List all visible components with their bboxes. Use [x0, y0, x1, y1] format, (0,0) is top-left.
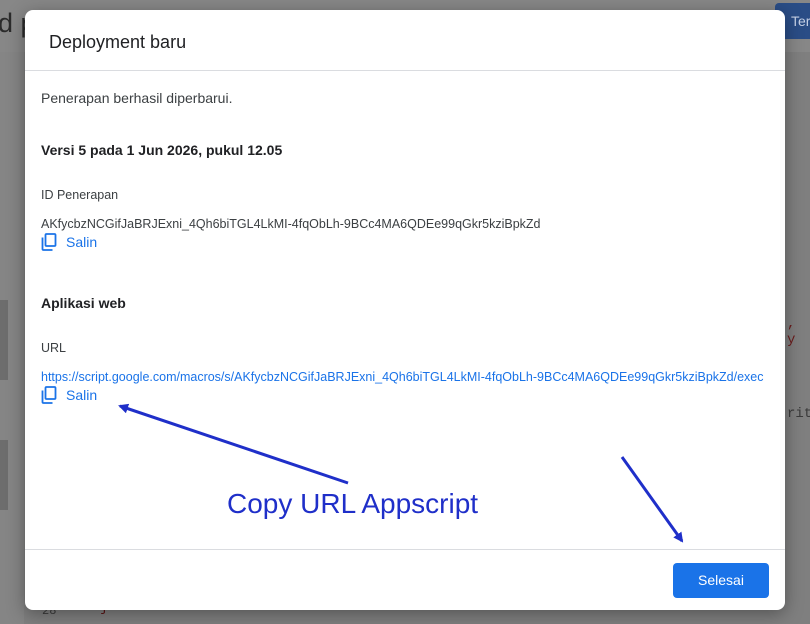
copy-deployment-id-label: Salin: [66, 234, 98, 250]
background-panel-edge: [0, 440, 8, 510]
url-label: URL: [41, 341, 67, 355]
copy-url-label: Salin: [66, 387, 98, 403]
dialog-footer: Selesai: [25, 549, 785, 610]
background-code-fragment: rith: [787, 406, 810, 422]
dialog-body: Penerapan berhasil diperbarui. Versi 5 p…: [41, 71, 769, 549]
web-app-url-link[interactable]: https://script.google.com/macros/s/AKfyc…: [41, 370, 769, 384]
deployment-id-value: AKfycbzNCGifJaBRJExni_4Qh6biTGL4LkMI-4fq…: [41, 217, 541, 231]
copy-url-button[interactable]: Salin: [41, 384, 97, 406]
copy-deployment-id-button[interactable]: Salin: [41, 231, 97, 253]
deployment-dialog: Deployment baru Penerapan berhasil diper…: [25, 10, 785, 610]
copy-icon: [41, 386, 57, 404]
done-button[interactable]: Selesai: [673, 563, 769, 598]
background-panel-edge: [0, 300, 8, 380]
background-code-fragment: , y: [787, 316, 796, 348]
annotation-text: Copy URL Appscript: [227, 488, 479, 519]
version-info: Versi 5 pada 1 Jun 2026, pukul 12.05: [41, 142, 283, 158]
copy-icon: [41, 233, 57, 251]
success-message: Penerapan berhasil diperbarui.: [41, 90, 233, 106]
dialog-title: Deployment baru: [49, 32, 187, 52]
dialog-header: Deployment baru: [25, 10, 785, 71]
web-app-section-title: Aplikasi web: [41, 295, 126, 311]
deployment-id-label: ID Penerapan: [41, 188, 119, 202]
